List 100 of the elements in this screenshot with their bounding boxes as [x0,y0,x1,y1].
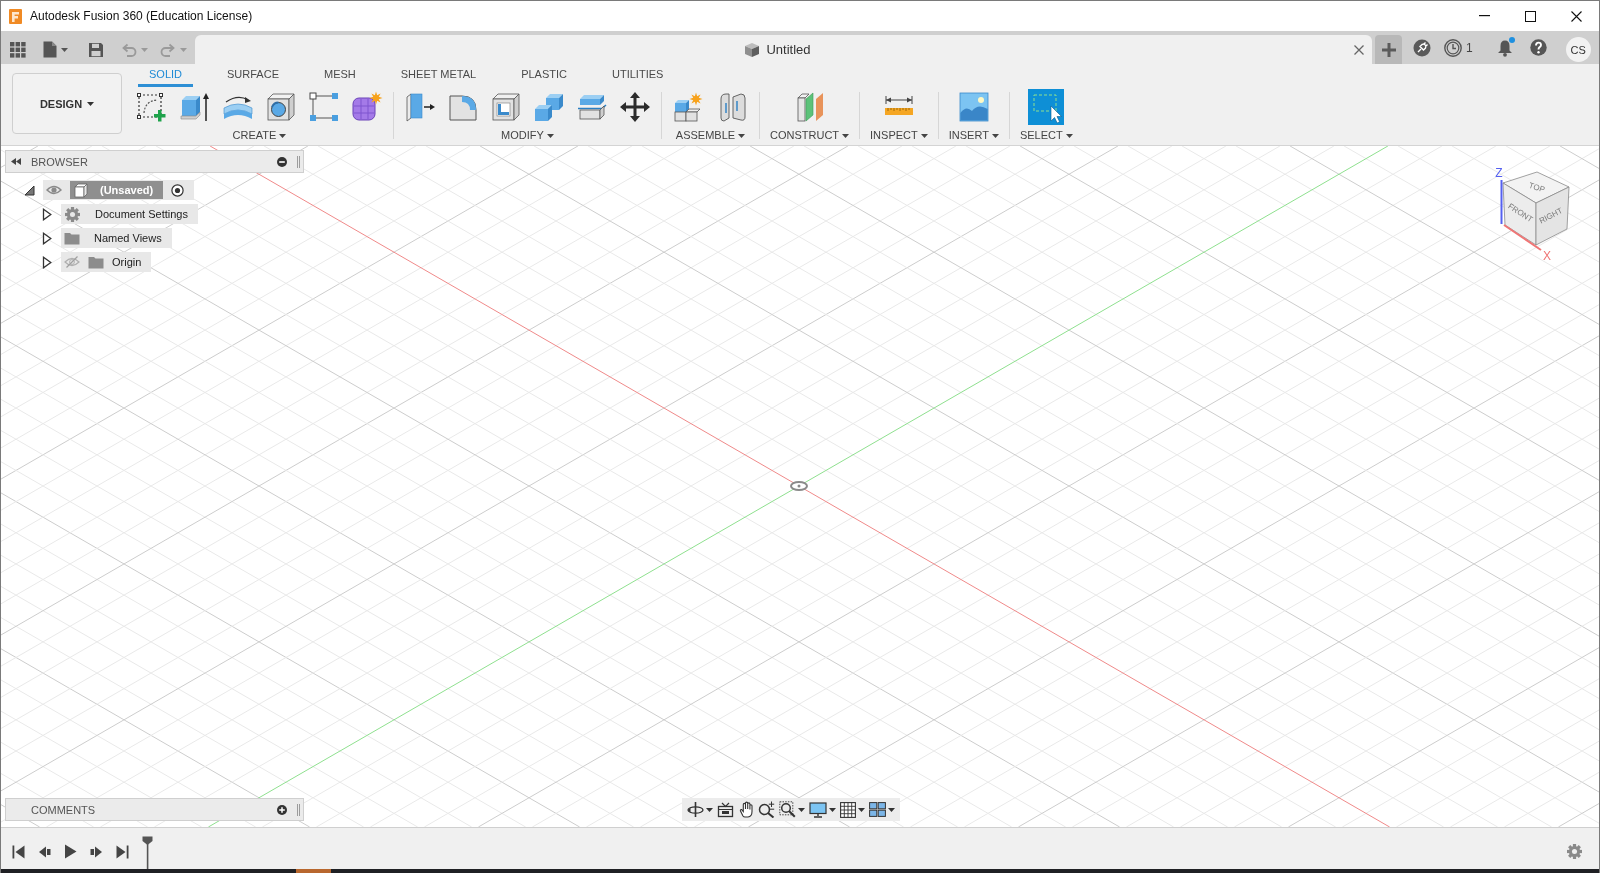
plus-icon [1381,42,1396,57]
tree-item-label: Document Settings [95,208,188,220]
sketch-plus-icon[interactable] [136,90,168,123]
caret-icon[interactable] [279,133,287,138]
zoom-fit-icon[interactable] [779,801,796,818]
skip-start-icon[interactable] [12,844,25,859]
panel-title: COMMENTS [31,803,97,816]
skip-end-icon[interactable] [116,844,129,859]
collapsed-triangle-icon[interactable] [42,207,52,221]
ribbon-group-menu[interactable]: MODIFY [501,129,554,142]
user-avatar[interactable]: CS [1565,37,1591,62]
gear-icon [64,205,81,223]
caret-icon[interactable] [706,807,713,812]
caret-icon[interactable] [888,807,895,812]
expanded-triangle-icon[interactable] [23,184,35,196]
ribbon-group-menu[interactable]: CONSTRUCT [770,129,850,142]
apps-grid-icon[interactable] [10,41,26,58]
tree-item-label: (Unsaved) [100,184,154,196]
plug-circle-icon[interactable] [1413,38,1431,57]
tree-item-label: Origin [112,256,142,268]
shell-box-icon[interactable] [490,90,522,123]
viewports-icon[interactable] [869,802,886,817]
folder-icon [88,255,104,269]
tree-item-label: Named Views [94,232,162,244]
caret-icon[interactable] [87,101,95,106]
collapsed-triangle-icon[interactable] [42,255,52,269]
ribbon-group-menu[interactable]: ASSEMBLE [675,129,746,142]
z-axis-line [1500,179,1503,225]
caret-icon[interactable] [546,133,554,138]
grid-icon[interactable] [840,801,856,818]
collapsed-triangle-icon[interactable] [42,231,52,245]
caret-icon[interactable] [858,807,865,812]
panel-title: BROWSER [31,155,89,168]
drag-handle-icon[interactable] [297,155,300,168]
folder-icon [64,231,80,245]
select-cursor-icon[interactable] [1028,88,1065,125]
ribbon-tab[interactable]: SHEET METAL [389,65,488,87]
drag-handle-icon[interactable] [297,803,300,816]
origin-marker-icon[interactable] [790,481,808,491]
step-back-icon[interactable] [38,844,51,859]
radio-icon[interactable] [171,183,185,197]
caret-icon[interactable] [738,133,746,138]
caret-icon[interactable] [920,133,928,138]
minus-circle-icon[interactable] [277,156,287,167]
window-title: Autodesk Fusion 360 (Education License) [30,9,253,23]
clock-icon[interactable] [1444,38,1462,57]
axis-label: Z [1495,166,1503,180]
caret-icon[interactable] [829,807,836,812]
ribbon-tab[interactable]: MESH [313,65,367,87]
file-icon[interactable] [43,41,57,58]
document-tab[interactable]: Untitled [195,35,1372,64]
cube-hole-icon[interactable] [265,90,297,123]
save-icon[interactable] [88,41,104,58]
component-box-icon [74,182,88,198]
tree-item[interactable]: Origin [61,252,152,272]
screen-icon[interactable] [717,801,734,818]
rounded-cube-star-icon[interactable] [351,90,383,123]
bell-icon[interactable] [1496,38,1513,57]
document-title: Untitled [766,42,811,57]
timeline-marker-icon[interactable] [142,836,153,869]
ribbon-group-menu[interactable]: SELECT [1019,129,1073,142]
play-icon[interactable] [64,844,77,859]
ribbon-group-menu[interactable]: CREATE [232,129,287,142]
caret-icon[interactable] [991,133,999,138]
collapse-icon[interactable] [11,158,21,165]
caret-icon[interactable] [842,133,850,138]
orbit-icon[interactable] [687,801,704,818]
eye-icon[interactable] [46,184,62,196]
ribbon-group-menu[interactable]: INSERT [948,129,999,142]
slab-arrow-icon[interactable] [404,90,436,123]
ribbon-tab[interactable]: SURFACE [216,65,290,87]
cube-face-label: TOP [1527,180,1546,195]
cube-icon [744,41,761,58]
plus-circle-icon[interactable] [277,804,287,815]
settings-icon[interactable] [1566,843,1583,860]
job-count: 1 [1466,40,1473,55]
tree-item[interactable]: Named Views [61,228,172,248]
ribbon-tab[interactable]: UTILITIES [601,65,675,87]
minimize-icon[interactable] [1478,15,1490,17]
caret-icon[interactable] [61,47,68,52]
step-forward-icon[interactable] [90,844,103,859]
view-cube[interactable] [1502,171,1570,246]
new-tab-button[interactable] [1375,35,1402,64]
ribbon-tab[interactable]: PLASTIC [510,65,578,87]
monitor-icon[interactable] [809,801,827,818]
image-icon[interactable] [957,90,990,123]
bracket-pair-icon[interactable] [717,90,749,123]
move-arrows-icon[interactable] [619,90,651,123]
workspace-button[interactable]: DESIGN [12,73,122,134]
axis-label: X [1543,249,1551,263]
zoom-icon[interactable] [758,801,775,818]
caret-icon[interactable] [798,807,805,812]
caret-icon[interactable] [1065,133,1073,138]
help-icon[interactable] [1529,39,1547,56]
pan-hand-icon[interactable] [738,801,754,818]
app-logo-icon [9,8,22,24]
maximize-icon[interactable] [1524,10,1536,22]
tree-item[interactable]: Document Settings [61,204,198,224]
close-icon[interactable] [1570,10,1582,22]
ribbon-group-menu[interactable]: INSPECT [870,129,928,142]
